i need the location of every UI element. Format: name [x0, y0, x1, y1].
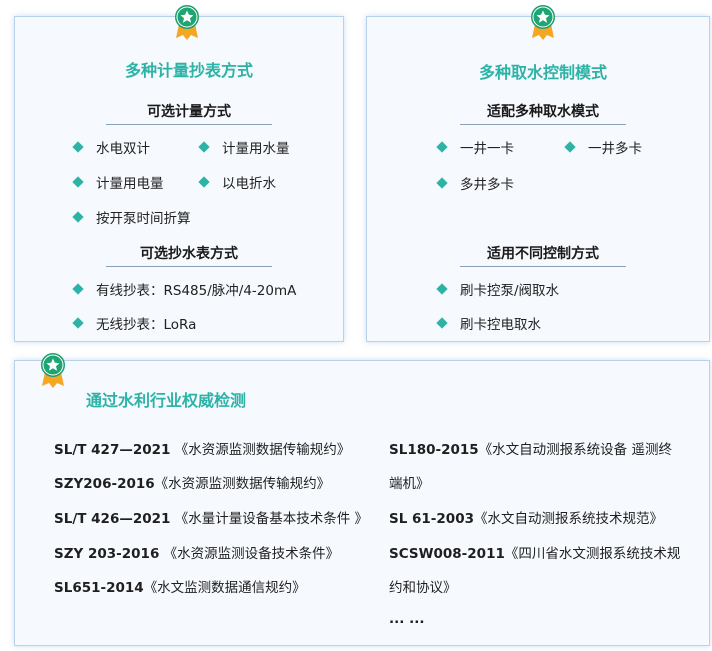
diamond-bullet-icon: [72, 176, 84, 188]
diamond-bullet-icon: [198, 176, 210, 188]
option-item: 一井多卡: [564, 137, 642, 157]
certification-card-title: 通过水利行业权威检测: [86, 391, 247, 410]
option-item: 水电双计: [72, 137, 150, 157]
water-control-card-title: 多种取水控制模式: [478, 63, 607, 82]
section-title-water-modes: 适配多种取水模式: [460, 101, 626, 125]
diamond-bullet-icon: [72, 211, 84, 223]
option-item: 刷卡控泵/阀取水: [436, 279, 559, 299]
option-item: 无线抄表：LoRa: [72, 313, 196, 333]
ellipsis: ... ...: [389, 611, 425, 627]
option-item: 计量用水量: [198, 137, 290, 157]
section-title-reading-modes: 可选抄水表方式: [106, 243, 272, 267]
diamond-bullet-icon: [436, 141, 448, 153]
section-title-control-modes: 适用不同控制方式: [460, 243, 626, 267]
option-item: 多井多卡: [436, 173, 514, 193]
standard-item: SL 61-2003《水文自动测报系统技术规范》: [389, 511, 663, 527]
standard-item: SL/T 427—2021 《水资源监测数据传输规约》: [54, 442, 351, 458]
diamond-bullet-icon: [436, 317, 448, 329]
option-item: 计量用电量: [72, 172, 164, 192]
diamond-bullet-icon: [72, 283, 84, 295]
star-badge-icon: [530, 4, 556, 40]
diamond-bullet-icon: [564, 141, 576, 153]
diamond-bullet-icon: [198, 141, 210, 153]
standard-item-continued: 端机》: [389, 476, 430, 492]
diamond-bullet-icon: [72, 317, 84, 329]
star-badge-icon: [174, 4, 200, 40]
standard-item-continued: 约和协议》: [389, 580, 457, 596]
section-title-metering-modes: 可选计量方式: [106, 101, 272, 125]
diamond-bullet-icon: [436, 177, 448, 189]
standard-item: SL180-2015《水文自动测报系统设备 遥测终: [389, 442, 672, 458]
standard-item: SCSW008-2011《四川省水文测报系统技术规: [389, 546, 681, 562]
standard-item: SZY 203-2016 《水资源监测设备技术条件》: [54, 546, 340, 562]
option-item: 以电折水: [198, 172, 276, 192]
option-item: 刷卡控电取水: [436, 313, 541, 333]
diamond-bullet-icon: [436, 283, 448, 295]
metering-card-title: 多种计量抄表方式: [124, 61, 253, 80]
standard-item: SL/T 426—2021 《水量计量设备基本技术条件 》: [54, 511, 369, 527]
standard-item: SL651-2014《水文监测数据通信规约》: [54, 580, 306, 596]
star-badge-icon: [40, 352, 66, 388]
option-item: 一井一卡: [436, 137, 514, 157]
option-item: 按开泵时间折算: [72, 207, 191, 227]
standard-item: SZY206-2016《水资源监测数据传输规约》: [54, 476, 331, 492]
option-item: 有线抄表：RS485/脉冲/4-20mA: [72, 279, 296, 299]
diamond-bullet-icon: [72, 141, 84, 153]
